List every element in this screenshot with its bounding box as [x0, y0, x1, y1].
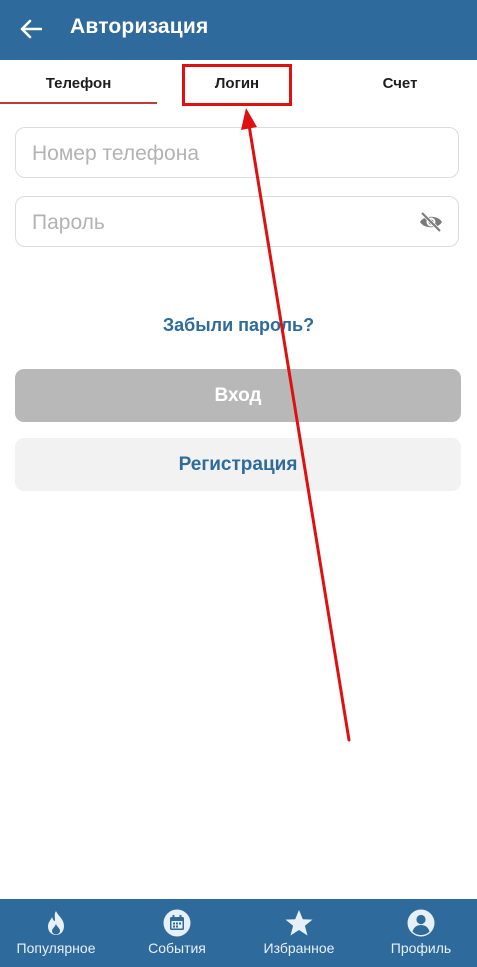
nav-events[interactable]: События [122, 899, 232, 967]
toggle-password-visibility[interactable] [418, 210, 444, 234]
nav-popular[interactable]: Популярное [0, 899, 112, 967]
nav-label: Профиль [390, 940, 452, 956]
arrow-left-icon [20, 19, 42, 39]
page-title: Авторизация [70, 15, 209, 38]
password-input[interactable] [30, 197, 394, 248]
phone-input[interactable] [30, 128, 394, 179]
flame-icon [48, 911, 64, 935]
nav-favorites[interactable]: Избранное [244, 899, 354, 967]
app-bar: Авторизация [0, 0, 477, 60]
tab-indicator [0, 102, 157, 104]
password-field[interactable] [15, 196, 459, 248]
nav-profile[interactable]: Профиль [366, 899, 476, 967]
nav-label: События [148, 940, 206, 956]
bottom-navigation: Популярное События Избранное Профиль [0, 899, 477, 967]
tab-account[interactable]: Счет [330, 60, 470, 106]
annotation-highlight-box [182, 64, 292, 106]
eye-off-icon [420, 211, 442, 233]
nav-label: Популярное [16, 940, 96, 956]
user-icon [407, 909, 435, 937]
star-icon [285, 910, 313, 936]
phone-field[interactable] [15, 127, 459, 179]
register-button[interactable]: Регистрация [15, 438, 461, 491]
back-button[interactable] [12, 10, 50, 48]
nav-label: Избранное [263, 940, 335, 956]
calendar-icon [163, 909, 191, 937]
tab-phone[interactable]: Телефон [0, 60, 157, 106]
login-button[interactable]: Вход [15, 369, 461, 422]
forgot-password-link[interactable]: Забыли пароль? [0, 315, 477, 336]
